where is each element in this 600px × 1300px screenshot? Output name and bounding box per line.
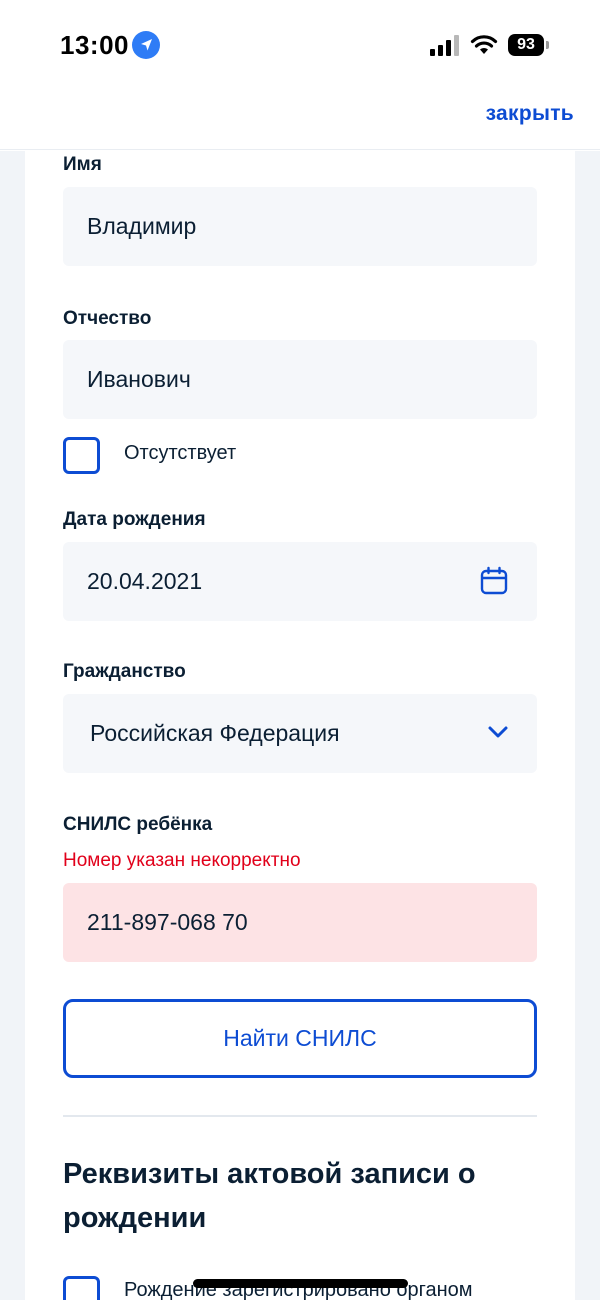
wifi-icon — [470, 35, 498, 54]
battery-level: 93 — [508, 34, 544, 56]
registered-by-authority-checkbox[interactable] — [63, 1276, 100, 1300]
location-arrow-icon — [132, 31, 160, 59]
close-link[interactable]: закрыть — [486, 102, 574, 126]
section-divider — [63, 1115, 537, 1117]
snils-error-message: Номер указан некорректно — [63, 850, 301, 871]
absent-checkbox[interactable] — [63, 437, 100, 474]
patronymic-value: Иванович — [87, 366, 191, 392]
citizenship-label: Гражданство — [63, 661, 186, 682]
calendar-icon[interactable] — [479, 566, 509, 596]
find-snils-button[interactable]: Найти СНИЛС — [63, 999, 537, 1078]
chevron-down-icon[interactable] — [487, 724, 509, 740]
first-name-label: Имя — [63, 154, 102, 175]
birth-record-section-title: Реквизиты актовой записи о рождении — [63, 1158, 476, 1234]
absent-checkbox-label[interactable]: Отсутствует — [124, 442, 236, 465]
signal-icon — [430, 35, 459, 56]
battery-icon: 93 — [508, 34, 549, 56]
snils-field[interactable]: 211-897-068 70 — [63, 883, 537, 962]
first-name-value: Владимир — [87, 213, 197, 239]
citizenship-value: Российская Федерация — [90, 720, 340, 746]
snils-label: СНИЛС ребёнка — [63, 814, 213, 835]
birth-date-field[interactable]: 20.04.2021 — [63, 542, 537, 621]
first-name-field[interactable]: Владимир — [63, 187, 537, 266]
nav-header: закрыть — [0, 92, 600, 150]
home-indicator — [193, 1279, 408, 1288]
patronymic-label: Отчество — [63, 308, 152, 329]
battery-tip — [546, 41, 549, 49]
status-time: 13:00 — [60, 30, 129, 60]
patronymic-field[interactable]: Иванович — [63, 340, 537, 419]
birth-date-label: Дата рождения — [63, 509, 206, 530]
citizenship-select[interactable]: Российская Федерация — [63, 694, 537, 773]
snils-value: 211-897-068 70 — [87, 909, 248, 935]
status-bar: 13:00 93 — [0, 0, 600, 92]
birth-date-value: 20.04.2021 — [87, 568, 203, 594]
